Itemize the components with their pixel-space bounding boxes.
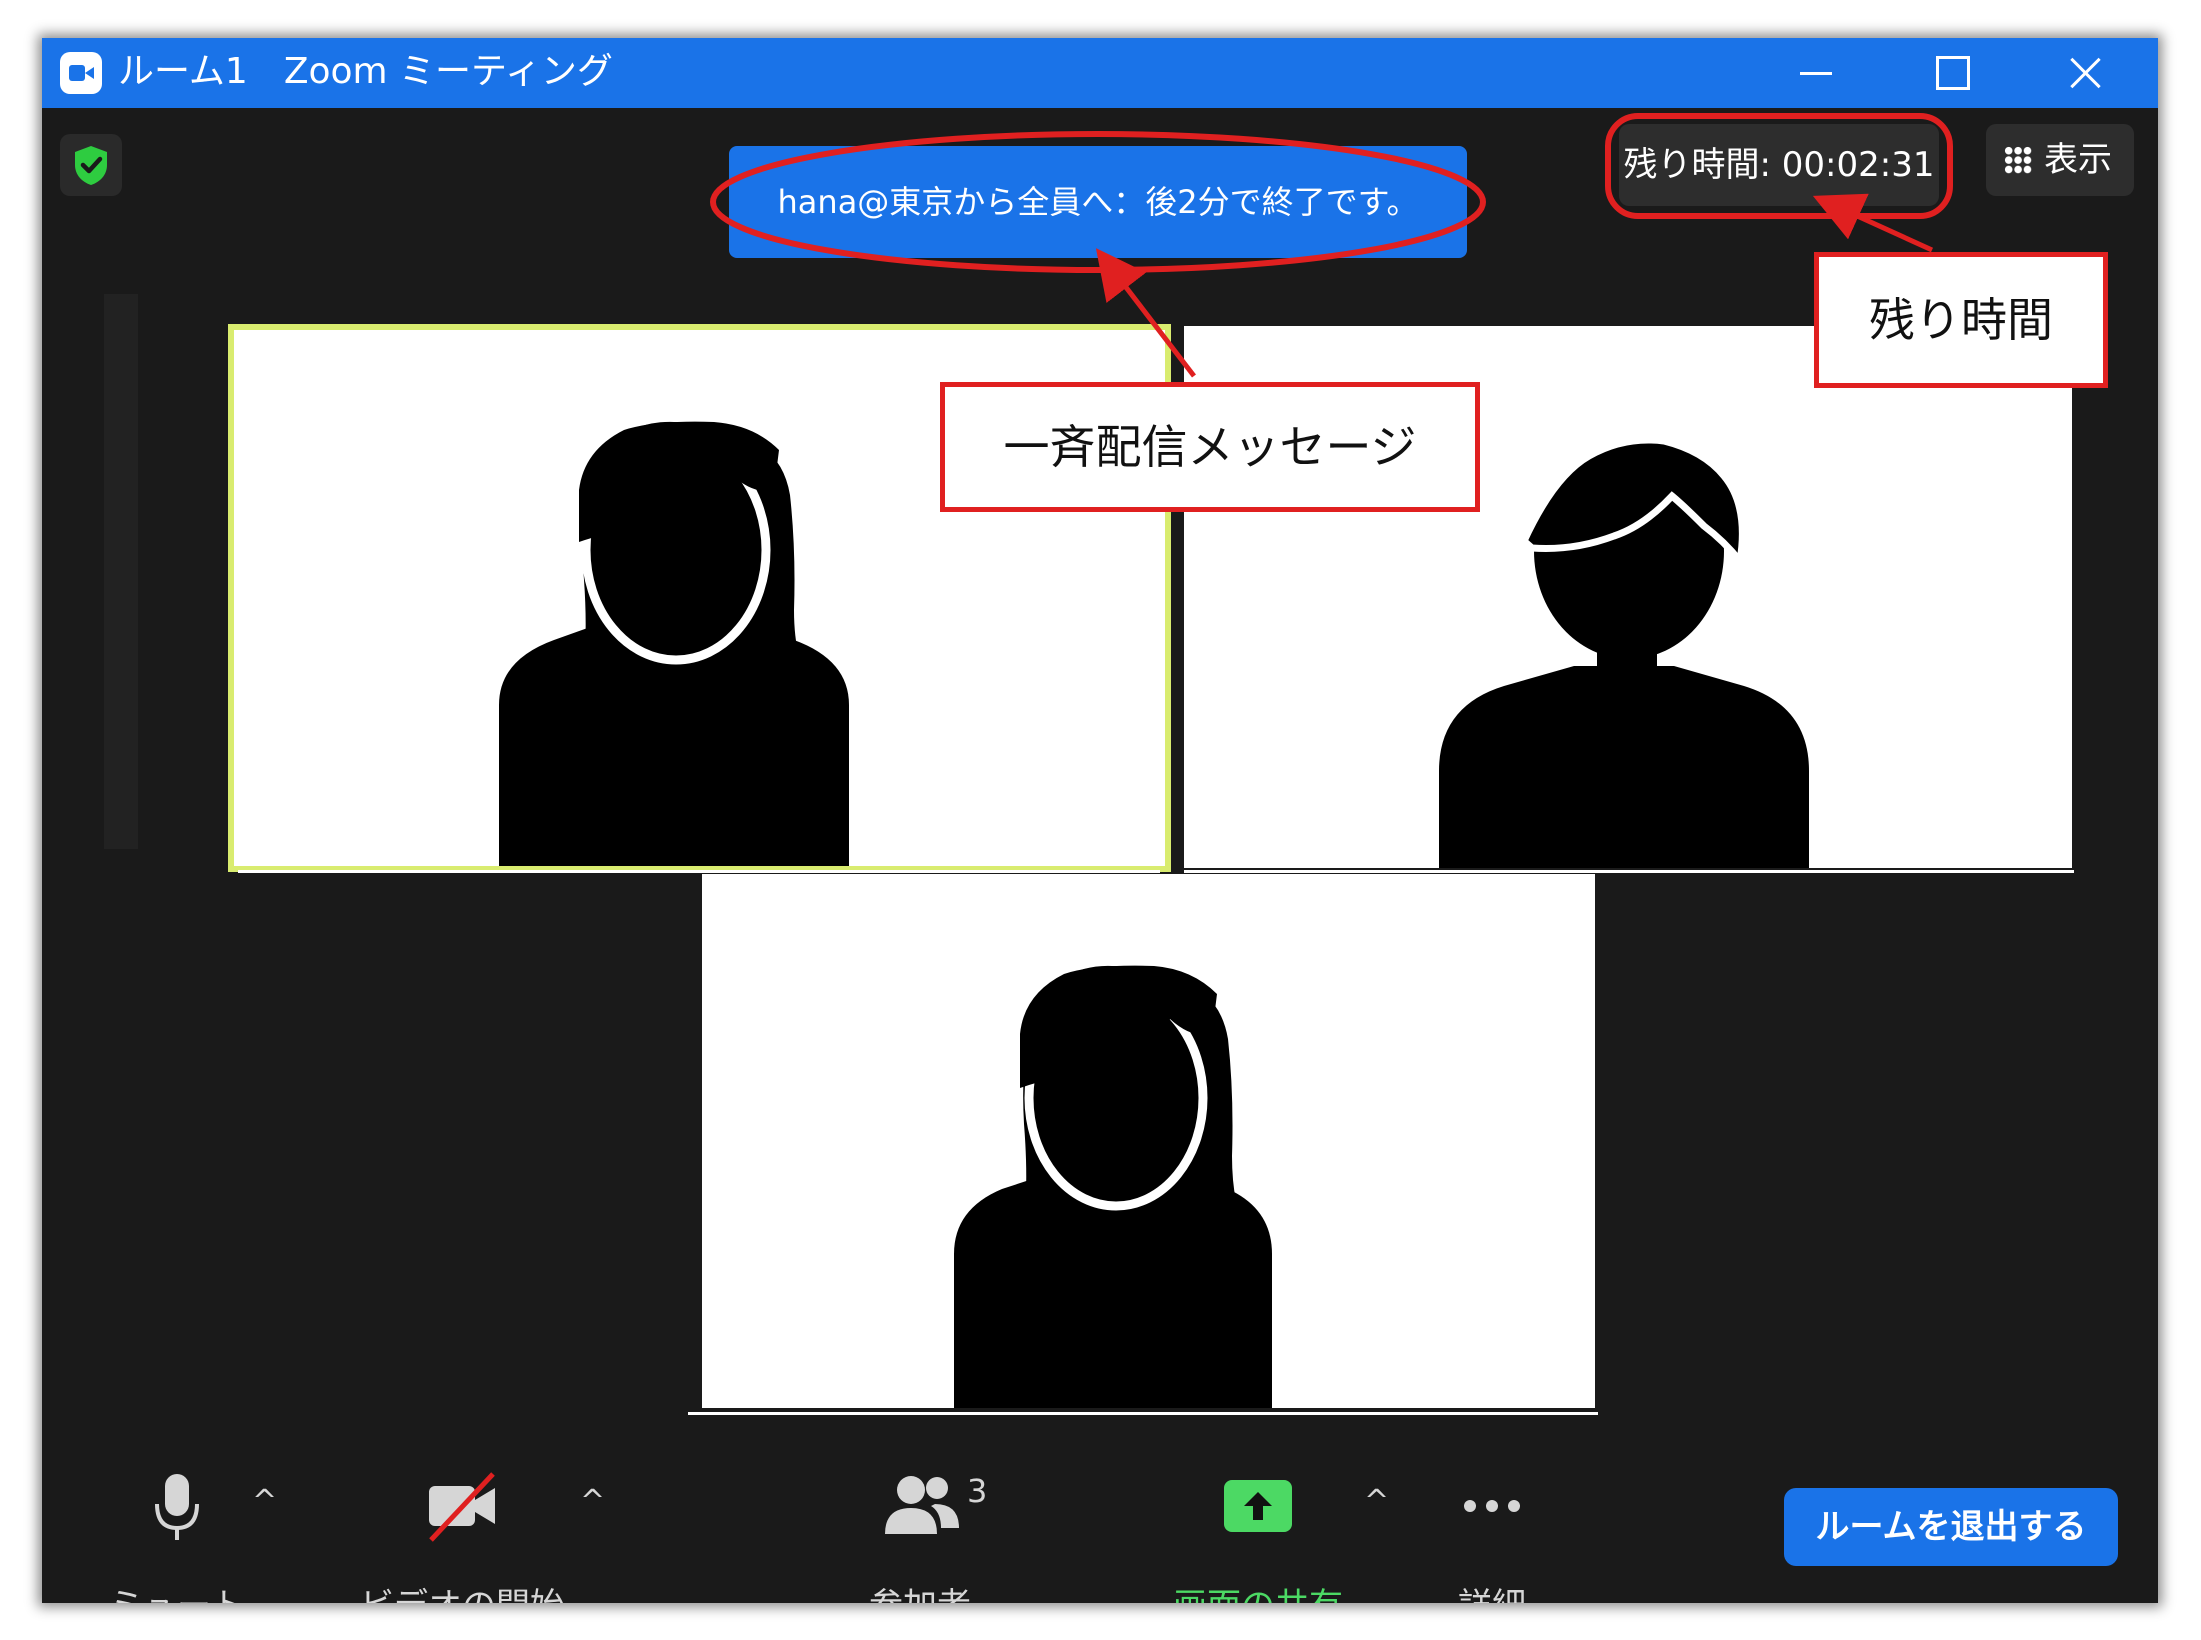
- timer-callout-arrow: [1812, 193, 1934, 253]
- zoom-window: ルーム1 Zoom ミーティング hana@東京から全員へ：後2分で終了です。 …: [42, 38, 2158, 1603]
- broadcast-callout-arrow: [1095, 248, 1196, 378]
- timer-callout-label: 残り時間: [1814, 252, 2108, 388]
- timer-highlight-rect: [1605, 113, 1953, 219]
- broadcast-highlight-ellipse: [710, 131, 1486, 273]
- broadcast-callout-label: 一斉配信メッセージ: [940, 382, 1480, 512]
